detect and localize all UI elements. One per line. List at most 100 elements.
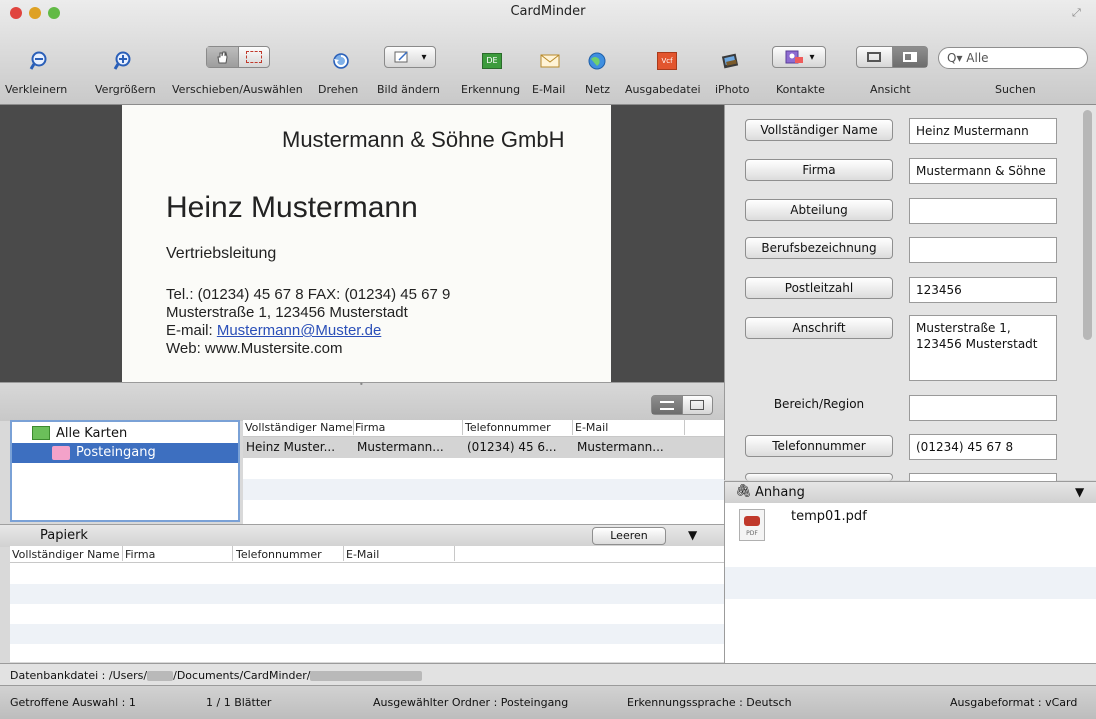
- phone-field[interactable]: (01234) 45 67 8: [909, 434, 1057, 460]
- move-select-segmented[interactable]: [206, 46, 270, 68]
- empty-row: [243, 479, 724, 500]
- change-image-icon: [394, 51, 409, 63]
- column-header-phone[interactable]: Telefonnummer: [465, 421, 551, 434]
- empty-row: [10, 584, 724, 604]
- contacts-dropdown[interactable]: ▾: [772, 46, 826, 68]
- cell-phone: (01234) 45 6...: [467, 440, 557, 454]
- zoom-in-label: Vergrößern: [95, 83, 156, 96]
- address-button[interactable]: Anschrift: [745, 317, 893, 339]
- view-label: Ansicht: [870, 83, 911, 96]
- net-label: Netz: [585, 83, 611, 96]
- attachment-file-name[interactable]: temp01.pdf: [791, 509, 867, 524]
- hand-tool-icon[interactable]: [207, 47, 239, 67]
- pdf-type-label: PDF: [746, 530, 758, 537]
- postcode-button[interactable]: Postleitzahl: [745, 277, 893, 299]
- postcode-field[interactable]: 123456: [909, 277, 1057, 303]
- attachment-area: PDF temp01.pdf: [724, 503, 1096, 663]
- table-row[interactable]: Heinz Muster... Mustermann... (01234) 45…: [243, 437, 724, 458]
- address-field[interactable]: Musterstraße 1, 123456 Musterstadt: [909, 315, 1057, 381]
- column-header-email[interactable]: E-Mail: [575, 421, 608, 434]
- window-title: CardMinder: [510, 4, 586, 19]
- card-list-header: Vollständiger Name Firma Telefonnummer E…: [243, 420, 724, 437]
- trash-header-email[interactable]: E-Mail: [346, 548, 379, 561]
- recognition-label: Erkennung: [461, 83, 521, 96]
- recognition-icon: DE: [482, 53, 502, 69]
- job-title-button[interactable]: Berufsbezeichnung: [745, 237, 893, 259]
- pdf-file-icon[interactable]: PDF: [739, 509, 765, 541]
- full-name-button[interactable]: Vollständiger Name: [745, 119, 893, 141]
- folder-inbox-row[interactable]: Posteingang: [12, 443, 238, 463]
- card-email-link[interactable]: Mustermann@Muster.de: [217, 322, 381, 339]
- folder-tree: Alle Karten Posteingang: [10, 420, 240, 522]
- view-segmented[interactable]: [856, 46, 928, 68]
- company-button[interactable]: Firma: [745, 159, 893, 181]
- empty-row: [10, 624, 724, 644]
- paperclip-icon: 🖇: [735, 484, 752, 499]
- status-bar: Getroffene Auswahl : 1 1 / 1 Blätter Aus…: [0, 685, 1096, 719]
- select-tool-icon[interactable]: [239, 47, 270, 67]
- business-card-image[interactable]: Mustermann & Söhne GmbH Heinz Mustermann…: [122, 105, 611, 382]
- department-field[interactable]: [909, 198, 1057, 224]
- redacted-filename: [310, 671, 423, 681]
- trash-list: Vollständiger Name Firma Telefonnummer E…: [10, 546, 724, 662]
- all-cards-icon: [32, 426, 50, 440]
- cell-name: Heinz Muster...: [246, 440, 336, 454]
- envelope-icon: [540, 54, 560, 68]
- trash-header-name[interactable]: Vollständiger Name: [12, 548, 120, 561]
- recognition-button[interactable]: DE: [480, 50, 504, 72]
- email-button[interactable]: [538, 50, 562, 72]
- iphoto-button[interactable]: [719, 50, 743, 72]
- fullscreen-icon[interactable]: ⤢: [1072, 6, 1081, 20]
- department-button[interactable]: Abteilung: [745, 199, 893, 221]
- attachment-title: Anhang: [755, 485, 805, 500]
- job-title-field[interactable]: [909, 237, 1057, 263]
- fields-scrollbar[interactable]: [1083, 110, 1092, 340]
- card-email-line: E-mail: Mustermann@Muster.de: [166, 322, 382, 339]
- full-name-field[interactable]: Heinz Mustermann: [909, 118, 1057, 144]
- net-button[interactable]: [585, 50, 609, 72]
- phone-button[interactable]: Telefonnummer: [745, 435, 893, 457]
- rotate-button[interactable]: [329, 50, 353, 72]
- zoom-out-label: Verkleinern: [5, 83, 68, 96]
- change-image-dropdown[interactable]: ▾: [384, 46, 436, 68]
- trash-header: Papierk Leeren ▼: [0, 524, 724, 547]
- column-header-company[interactable]: Firma: [355, 421, 385, 434]
- zoom-out-button[interactable]: [28, 50, 52, 72]
- output-file-label: Ausgabedatei: [625, 83, 701, 96]
- iphoto-label: iPhoto: [715, 83, 750, 96]
- trash-title: Papierk: [40, 528, 88, 543]
- rotate-icon: [333, 53, 349, 69]
- list-view-segmented[interactable]: [651, 395, 713, 415]
- attachment-menu-triangle-icon[interactable]: ▼: [1075, 485, 1084, 499]
- folder-all-cards[interactable]: Alle Karten: [56, 426, 127, 441]
- splitter-handle-icon[interactable]: •: [359, 380, 364, 389]
- card-role: Vertriebsleitung: [166, 245, 277, 262]
- chevron-down-icon: ▾: [809, 51, 815, 63]
- trash-header-company[interactable]: Firma: [125, 548, 155, 561]
- trash-header-phone[interactable]: Telefonnummer: [236, 548, 322, 561]
- region-field[interactable]: [909, 395, 1057, 421]
- column-header-name[interactable]: Vollständiger Name: [245, 421, 353, 434]
- list-view-icon[interactable]: [652, 396, 683, 414]
- cell-company: Mustermann...: [357, 440, 444, 454]
- view-split-icon[interactable]: [892, 47, 927, 67]
- list-toolbar: •: [0, 380, 724, 421]
- search-input[interactable]: Q▾ Alle: [938, 47, 1088, 69]
- status-language: Erkennungssprache : Deutsch: [627, 696, 792, 709]
- attachment-header: 🖇 Anhang ▼: [724, 481, 1096, 504]
- redacted-username: [147, 671, 174, 681]
- output-file-button[interactable]: Vcf: [655, 50, 679, 72]
- zoom-out-icon: [29, 51, 47, 70]
- trash-menu-triangle-icon[interactable]: ▼: [688, 528, 697, 542]
- card-view-icon[interactable]: [683, 396, 713, 414]
- empty-trash-button[interactable]: Leeren: [592, 527, 666, 545]
- search-icon: Q▾: [947, 51, 963, 65]
- next-field-button[interactable]: [745, 473, 893, 481]
- status-format: Ausgabeformat : vCard: [950, 696, 1078, 709]
- company-field[interactable]: Mustermann & Söhne: [909, 158, 1057, 184]
- card-fields-panel: Vollständiger Name Heinz Mustermann Firm…: [724, 105, 1096, 482]
- view-single-icon[interactable]: [857, 47, 893, 67]
- email-label: E-Mail: [532, 83, 566, 96]
- card-company: Mustermann & Söhne GmbH: [282, 127, 565, 152]
- zoom-in-button[interactable]: [112, 50, 136, 72]
